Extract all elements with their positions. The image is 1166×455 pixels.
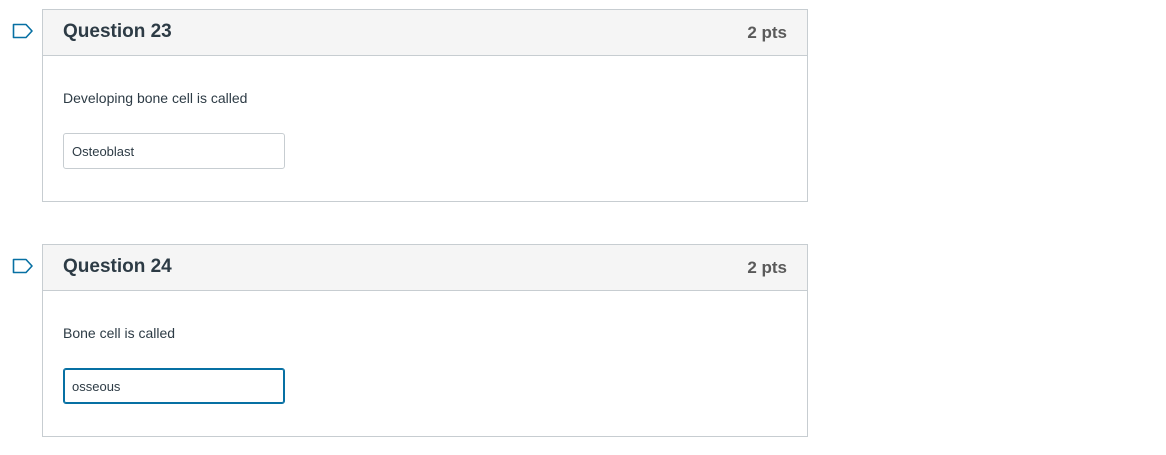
question-text: Developing bone cell is called <box>63 90 248 106</box>
question-title: Question 24 <box>63 256 172 277</box>
question-text: Bone cell is called <box>63 325 176 341</box>
question-header: Question 23 2 pts <box>43 10 807 56</box>
answer-input[interactable] <box>63 133 285 169</box>
question-23-card: Question 23 2 pts Developing bone cell i… <box>12 9 808 202</box>
bookmark-flag-icon[interactable] <box>12 23 34 39</box>
answer-input[interactable] <box>63 368 285 404</box>
question-points: 2 pts <box>747 258 787 277</box>
question-header: Question 24 2 pts <box>43 245 807 291</box>
bookmark-flag-icon[interactable] <box>12 258 34 274</box>
question-title: Question 23 <box>63 21 172 42</box>
question-24-card: Question 24 2 pts Bone cell is called <box>12 244 808 437</box>
question-points: 2 pts <box>747 23 787 42</box>
